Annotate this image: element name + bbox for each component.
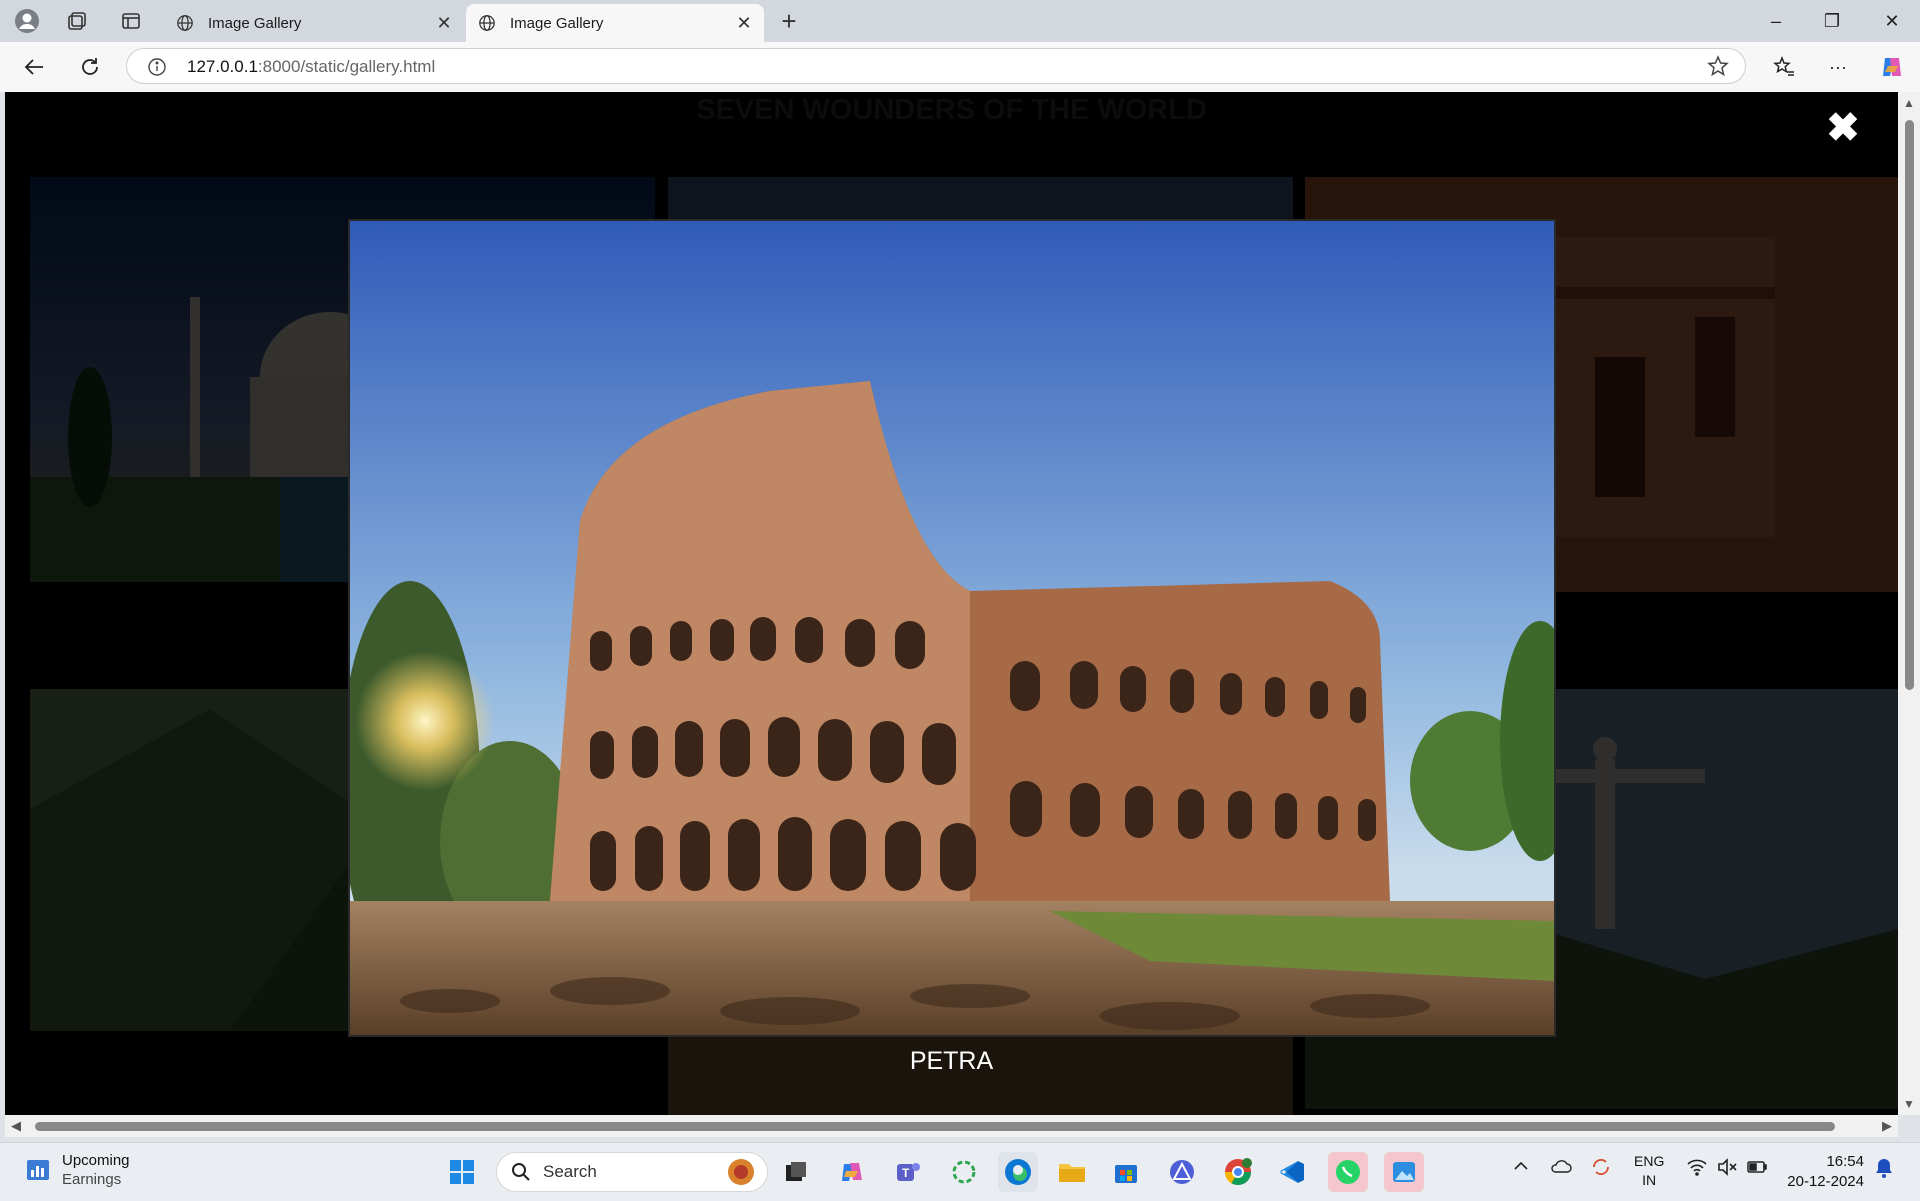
- task-view-icon[interactable]: [776, 1152, 816, 1192]
- chrome-icon[interactable]: [1218, 1152, 1258, 1192]
- favorite-star-icon[interactable]: [1707, 55, 1729, 77]
- arrow-left-icon: [24, 59, 43, 75]
- system-clock[interactable]: 16:54 20-12-2024: [1784, 1152, 1864, 1192]
- widget-subtitle: Earnings: [62, 1171, 122, 1188]
- search-icon: [512, 1163, 530, 1181]
- tab-image-gallery-1[interactable]: Image Gallery ✕: [164, 4, 464, 42]
- stocks-chart-icon: [27, 1160, 49, 1180]
- widget-title: Upcoming: [62, 1152, 130, 1169]
- onedrive-sync-icon[interactable]: [1550, 1157, 1572, 1180]
- tab-close-icon[interactable]: ✕: [434, 13, 454, 33]
- settings-more-button[interactable]: ···: [1824, 53, 1852, 81]
- widgets-button[interactable]: Upcoming Earnings: [24, 1151, 130, 1189]
- show-hidden-icons-icon[interactable]: [1512, 1157, 1530, 1178]
- clock-date: 20-12-2024: [1787, 1173, 1864, 1190]
- language-indicator[interactable]: ENG IN: [1634, 1152, 1664, 1190]
- scroll-up-arrow-icon[interactable]: ▲: [1903, 96, 1915, 110]
- browser-tab-bar: Image Gallery ✕ Image Gallery ✕ + – ❐ ✕: [0, 0, 1920, 42]
- new-tab-button[interactable]: +: [776, 6, 802, 36]
- teams-icon[interactable]: T: [888, 1152, 928, 1192]
- favorites-button[interactable]: [1770, 53, 1798, 81]
- copilot-taskbar-icon[interactable]: [832, 1152, 872, 1192]
- scroll-right-arrow-icon[interactable]: ▶: [1882, 1118, 1892, 1134]
- browser-toolbar: 127.0.0.1:8000/static/gallery.html ···: [0, 42, 1920, 92]
- tab-title: Image Gallery: [208, 14, 302, 32]
- vertical-scrollbar[interactable]: ▲ ▼: [1898, 92, 1920, 1115]
- url-text[interactable]: 127.0.0.1:8000/static/gallery.html: [187, 57, 435, 77]
- edge-browser-icon[interactable]: [998, 1152, 1038, 1192]
- restore-button[interactable]: ❐: [1804, 0, 1860, 42]
- tab-title: Image Gallery: [510, 14, 604, 32]
- windows-taskbar: Upcoming Earnings Search T ENG IN 16:54 …: [0, 1142, 1920, 1201]
- tab-image-gallery-2[interactable]: Image Gallery ✕: [466, 4, 764, 42]
- wifi-icon[interactable]: [1686, 1157, 1708, 1180]
- lightbox-close-button[interactable]: ✖: [1823, 108, 1863, 148]
- reload-button[interactable]: [76, 53, 104, 81]
- windows-logo-icon: [450, 1160, 474, 1184]
- search-highlight-icon: [728, 1159, 754, 1185]
- copilot-icon[interactable]: [1878, 53, 1906, 81]
- file-explorer-icon[interactable]: [1052, 1152, 1092, 1192]
- search-placeholder: Search: [543, 1162, 597, 1181]
- address-bar[interactable]: 127.0.0.1:8000/static/gallery.html: [126, 48, 1746, 84]
- globe-icon: [479, 15, 495, 31]
- horizontal-scroll-thumb[interactable]: [35, 1122, 1835, 1131]
- photos-app-icon[interactable]: [1384, 1152, 1424, 1192]
- lightbox-image: [348, 219, 1556, 1037]
- scroll-down-arrow-icon[interactable]: ▼: [1903, 1097, 1915, 1111]
- battery-icon[interactable]: [1746, 1157, 1768, 1180]
- notifications-bell-icon[interactable]: [1874, 1157, 1894, 1182]
- volume-muted-icon[interactable]: [1716, 1157, 1738, 1180]
- vertical-tabs-icon[interactable]: [118, 8, 144, 34]
- taskbar-search[interactable]: Search: [496, 1152, 768, 1192]
- url-path: :8000/static/gallery.html: [257, 57, 436, 76]
- info-icon[interactable]: [147, 57, 167, 77]
- clock-time: 16:54: [1826, 1153, 1864, 1170]
- workspaces-icon[interactable]: [64, 8, 90, 34]
- sync-icon[interactable]: [1590, 1157, 1612, 1180]
- vscode-icon[interactable]: [1272, 1152, 1312, 1192]
- vertical-scroll-thumb[interactable]: [1905, 120, 1914, 690]
- reload-icon: [82, 58, 98, 75]
- back-button[interactable]: [20, 53, 48, 81]
- profile-icon[interactable]: [14, 8, 40, 34]
- svg-text:T: T: [902, 1166, 910, 1180]
- tab-close-icon[interactable]: ✕: [734, 13, 754, 33]
- start-button[interactable]: [442, 1152, 482, 1192]
- globe-icon: [177, 15, 193, 31]
- page-viewport: SEVEN WOUNDERS OF THE WORLD PETRA ✖: [5, 92, 1898, 1115]
- scroll-left-arrow-icon[interactable]: ◀: [11, 1118, 21, 1134]
- whatsapp-icon[interactable]: [1328, 1152, 1368, 1192]
- microsoft-store-icon[interactable]: [1106, 1152, 1146, 1192]
- minimize-button[interactable]: –: [1748, 0, 1804, 42]
- region-code: IN: [1642, 1172, 1657, 1188]
- url-host: 127.0.0.1: [187, 57, 258, 76]
- lightbox-caption: PETRA: [909, 1047, 994, 1075]
- page-title: SEVEN WOUNDERS OF THE WORLD: [696, 94, 1207, 126]
- language-code: ENG: [1634, 1153, 1665, 1169]
- favorites-list-icon: [1773, 56, 1794, 76]
- close-window-button[interactable]: ✕: [1864, 0, 1920, 42]
- app-triangle-icon[interactable]: [1162, 1152, 1202, 1192]
- horizontal-scrollbar[interactable]: ◀ ▶: [5, 1115, 1898, 1137]
- refresh-app-icon[interactable]: [944, 1152, 984, 1192]
